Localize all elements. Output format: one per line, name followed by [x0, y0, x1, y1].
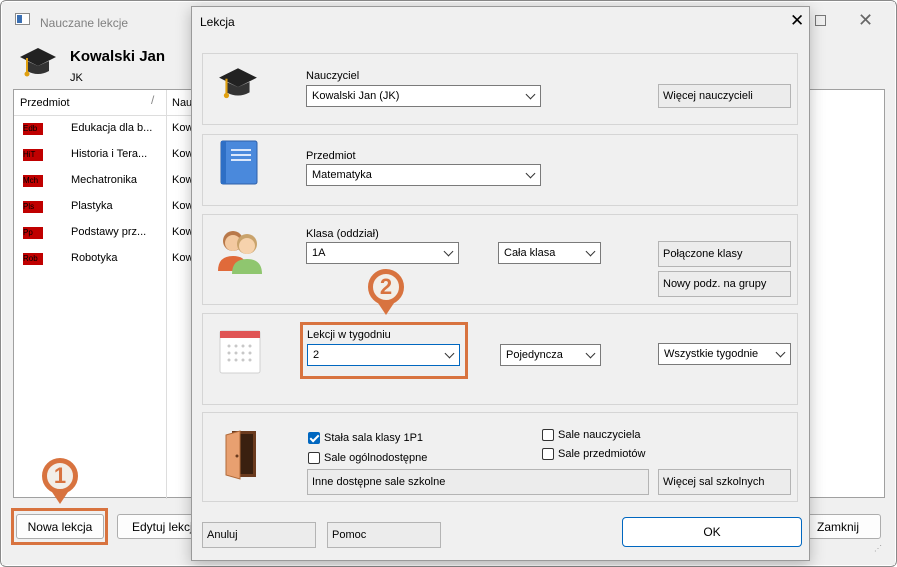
list-item[interactable]: Rob Robotyka Kow: [16, 245, 193, 271]
teacher-panel: Nauczyciel Kowalski Jan (JK) Więcej nauc…: [202, 53, 798, 125]
more-rooms-button[interactable]: Więcej sal szkolnych: [658, 469, 791, 495]
chevron-down-icon: [525, 168, 536, 179]
lessons-panel: Lekcji w tygodniu 2 Pojedyncza Wszystkie…: [202, 313, 798, 405]
teacher-rooms-checkbox[interactable]: [542, 429, 554, 441]
list-item[interactable]: Pls Plastyka Kow: [16, 193, 193, 219]
subject-select[interactable]: Matematyka: [306, 164, 541, 186]
subject-name: Historia i Tera...: [71, 148, 148, 160]
subject-panel: Przedmiot Matematyka: [202, 134, 798, 206]
list-item[interactable]: Pp Podstawy prz... Kow: [16, 219, 193, 245]
class-select-value: 1A: [312, 247, 326, 259]
lessons-per-week-select[interactable]: 2: [307, 344, 460, 366]
chevron-down-icon: [525, 89, 536, 100]
subject-label: Przedmiot: [306, 150, 356, 162]
chevron-down-icon: [775, 347, 786, 358]
lessons-per-week-value: 2: [313, 349, 320, 361]
group-select[interactable]: Cała klasa: [498, 242, 601, 264]
lessons-per-week-label: Lekcji w tygodniu: [307, 329, 391, 341]
fixed-room-checkbox[interactable]: [308, 432, 320, 444]
class-select[interactable]: 1A: [306, 242, 459, 264]
callout-2-marker: 2: [368, 269, 404, 305]
column-header-teacher[interactable]: Nau: [172, 97, 192, 109]
joined-classes-button[interactable]: Połączone klasy: [658, 241, 791, 267]
common-rooms-checkbox[interactable]: [308, 452, 320, 464]
subject-name: Mechatronika: [71, 174, 138, 186]
column-header-subject[interactable]: Przedmiot: [20, 97, 70, 109]
fixed-room-label: Stała sala klasy 1P1: [324, 432, 424, 444]
new-lesson-button[interactable]: Nowa lekcja: [16, 514, 104, 539]
callout-1-pointer: [52, 492, 68, 504]
class-label: Klasa (oddział): [306, 228, 379, 240]
chevron-down-icon: [444, 348, 455, 359]
subject-badge: Pls: [23, 201, 43, 213]
book-icon: [220, 140, 258, 185]
dialog-title: Lekcja: [200, 15, 235, 29]
teacher-name: Kowalski Jan: [70, 48, 166, 65]
weeks-select[interactable]: Wszystkie tygodnie: [658, 343, 791, 365]
subject-badge: Rob: [23, 253, 43, 265]
teacher-select-value: Kowalski Jan (JK): [312, 90, 400, 102]
teacher-rooms-label: Sale nauczyciela: [558, 429, 641, 441]
maximize-icon[interactable]: [815, 15, 826, 26]
window-title: Nauczane lekcje: [40, 16, 129, 30]
new-group-split-button[interactable]: Nowy podz. na grupy: [658, 271, 791, 297]
door-icon: [222, 429, 260, 481]
teacher-label: Nauczyciel: [306, 70, 360, 82]
callout-2-pointer: [378, 303, 394, 315]
common-rooms-label: Sale ogólnodostępne: [324, 452, 428, 464]
subject-rooms-checkbox[interactable]: [542, 448, 554, 460]
chevron-down-icon: [585, 246, 596, 257]
app-icon: [15, 13, 30, 25]
list-item[interactable]: Mch Mechatronika Kow: [16, 167, 193, 193]
lesson-type-value: Pojedyncza: [506, 349, 563, 361]
subject-badge: HiT: [23, 149, 43, 161]
help-button[interactable]: Pomoc: [327, 522, 441, 548]
lesson-type-select[interactable]: Pojedyncza: [500, 344, 601, 366]
ok-button[interactable]: OK: [622, 517, 802, 547]
subject-name: Plastyka: [71, 200, 113, 212]
subject-name: Edukacja dla b...: [71, 122, 153, 134]
subject-rooms-label: Sale przedmiotów: [558, 448, 646, 460]
teacher-avatar-icon: [18, 44, 58, 84]
more-teachers-button[interactable]: Więcej nauczycieli: [658, 84, 791, 108]
list-item[interactable]: Edb Edukacja dla b... Kow: [16, 115, 193, 141]
list-item[interactable]: HiT Historia i Tera... Kow: [16, 141, 193, 167]
subject-name: Robotyka: [71, 252, 118, 264]
subject-badge: Edb: [23, 123, 43, 135]
column-sort-divider: /: [151, 93, 155, 107]
lesson-dialog: Lekcja ✕ Nauczyciel Kowalski Jan (JK) Wi…: [191, 6, 810, 561]
chevron-down-icon: [443, 246, 454, 257]
class-panel: Klasa (oddział) 1A Cała klasa Połączone …: [202, 214, 798, 305]
subject-select-value: Matematyka: [312, 169, 372, 181]
teacher-code: JK: [70, 72, 83, 84]
dialog-close-icon[interactable]: ✕: [790, 11, 804, 31]
calendar-icon: [219, 328, 261, 374]
teacher-select[interactable]: Kowalski Jan (JK): [306, 85, 541, 107]
cancel-button[interactable]: Anuluj: [202, 522, 316, 548]
graduation-cap-icon: [217, 64, 259, 106]
group-select-value: Cała klasa: [504, 247, 556, 259]
callout-1-marker: 1: [42, 458, 78, 494]
subject-badge: Mch: [23, 175, 43, 187]
weeks-select-value: Wszystkie tygodnie: [664, 348, 759, 360]
other-rooms-field[interactable]: Inne dostępne sale szkolne: [307, 469, 649, 495]
subject-name: Podstawy prz...: [71, 226, 147, 238]
chevron-down-icon: [585, 348, 596, 359]
resize-grip[interactable]: ⋰: [874, 544, 884, 554]
students-icon: [215, 227, 265, 275]
subject-badge: Pp: [23, 227, 43, 239]
rooms-panel: Stała sala klasy 1P1 Sale ogólnodostępne…: [202, 412, 798, 502]
close-window-icon[interactable]: ✕: [858, 10, 873, 31]
